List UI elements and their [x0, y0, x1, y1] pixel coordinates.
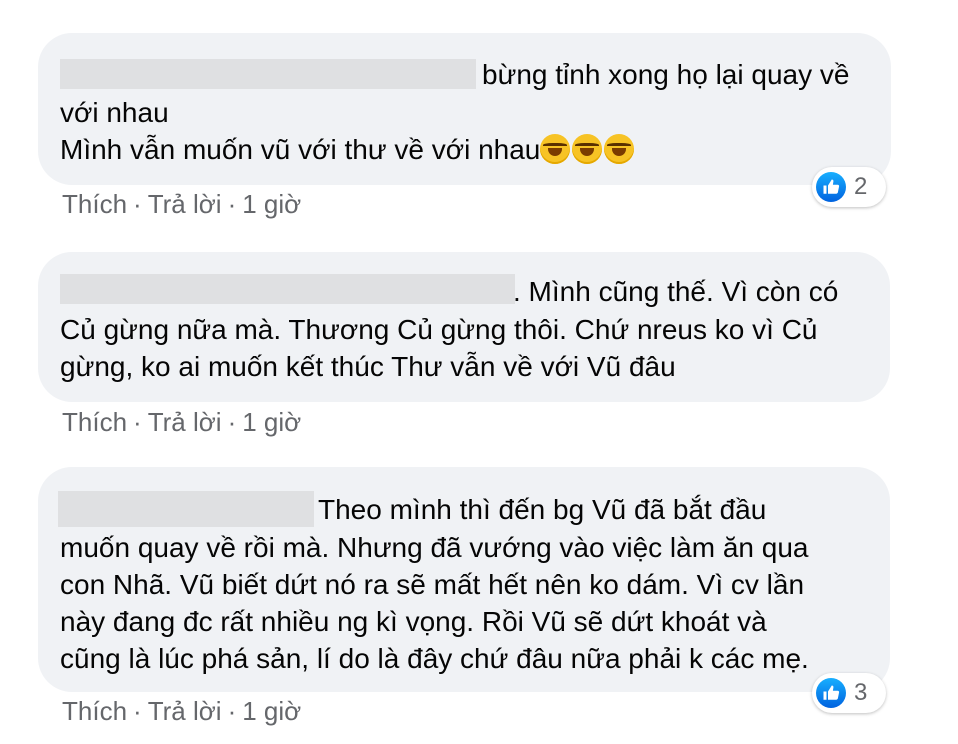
laughing-tears-emoji-icon	[604, 134, 635, 164]
separator-dot: ·	[133, 696, 142, 726]
reaction-summary[interactable]: 2	[812, 167, 886, 207]
like-link[interactable]: Thích	[62, 407, 127, 437]
separator-dot: ·	[227, 407, 237, 437]
reaction-count: 2	[854, 173, 868, 200]
redacted-author-name[interactable]	[58, 491, 314, 527]
reply-link[interactable]: Trả lời	[148, 407, 222, 437]
laughing-tears-emoji-icon	[572, 134, 603, 164]
like-icon	[816, 172, 846, 202]
timestamp-link[interactable]: 1 giờ	[242, 189, 301, 219]
comment-text-line: với nhau	[60, 97, 169, 128]
reply-link[interactable]: Trả lời	[148, 189, 222, 219]
comment-text-line: bừng tỉnh xong họ lại quay về	[482, 59, 850, 90]
comment-text-line: . Mình cũng thế. Vì còn có	[513, 276, 839, 307]
timestamp-link[interactable]: 1 giờ	[242, 696, 301, 726]
separator-dot: ·	[227, 696, 237, 726]
redacted-author-name[interactable]	[60, 59, 476, 89]
comment-text-line: cũng là lúc phá sản, lí do là đây chứ đâ…	[60, 643, 809, 674]
like-icon	[816, 678, 846, 708]
reply-link[interactable]: Trả lời	[148, 696, 222, 726]
separator-dot: ·	[133, 189, 142, 219]
comment-text-line: gừng, ko ai muốn kết thúc Thư vẫn về với…	[60, 351, 676, 382]
separator-dot: ·	[133, 407, 142, 437]
comment-text-line: này đang đc rất nhiều ng kì vọng. Rồi Vũ…	[60, 606, 767, 637]
comment-text-line: Mình vẫn muốn vũ với thư về với nhau	[60, 131, 636, 168]
timestamp-link[interactable]: 1 giờ	[242, 407, 301, 437]
comment-text-line: muốn quay về rồi mà. Nhưng đã vướng vào …	[60, 532, 809, 563]
comment-text-line: Theo mình thì đến bg Vũ đã bắt đầu	[318, 494, 767, 525]
comment-actions: Thích · Trả lời · 1 giờ	[62, 696, 301, 727]
laughing-tears-emoji-icon	[540, 134, 571, 164]
reaction-count: 3	[854, 679, 868, 706]
like-link[interactable]: Thích	[62, 696, 127, 726]
separator-dot: ·	[227, 189, 237, 219]
comment-actions: Thích · Trả lời · 1 giờ	[62, 189, 301, 220]
comment-text-line: Mình vẫn muốn vũ với thư về với nhau	[60, 134, 541, 165]
comment-text-line: con Nhã. Vũ biết dứt nó ra sẽ mất hết nê…	[60, 569, 805, 600]
comment-actions: Thích · Trả lời · 1 giờ	[62, 407, 301, 438]
comment-text-line: Củ gừng nữa mà. Thương Củ gừng thôi. Chứ…	[60, 314, 818, 345]
redacted-author-name[interactable]	[60, 274, 515, 304]
reaction-summary[interactable]: 3	[812, 673, 886, 713]
like-link[interactable]: Thích	[62, 189, 127, 219]
